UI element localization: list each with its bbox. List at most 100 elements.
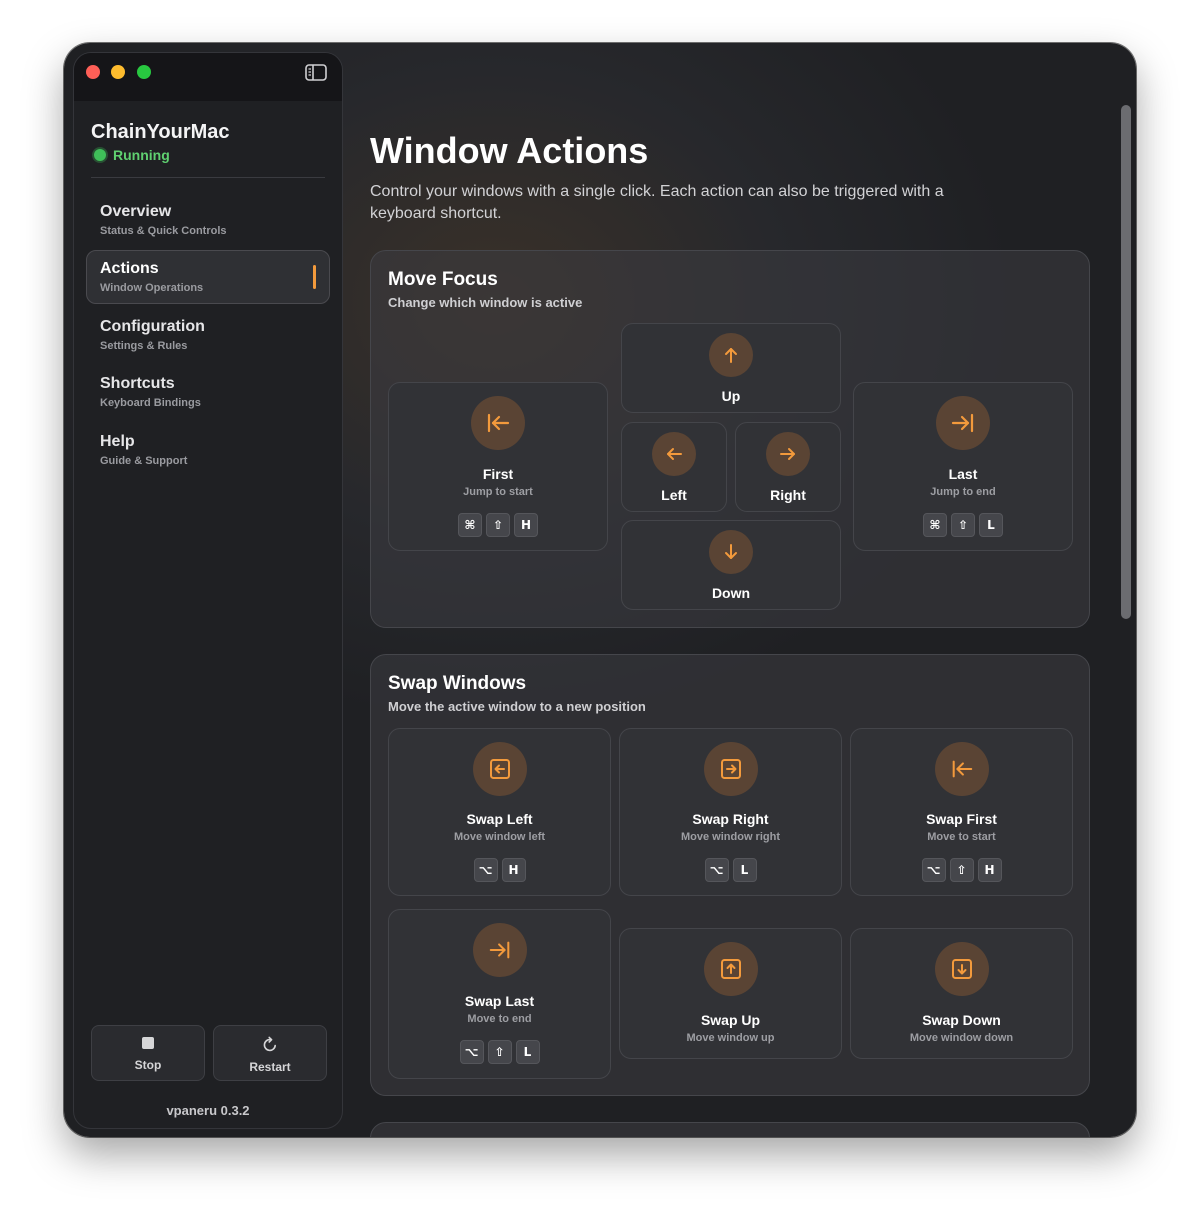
shift-key: ⇧ <box>951 513 975 537</box>
shortcut-keys: ⌘ ⇧ H <box>389 513 607 537</box>
nav-subtitle: Guide & Support <box>100 455 188 467</box>
card-title: Left <box>661 487 687 503</box>
stop-label: Stop <box>134 1058 162 1072</box>
focus-right-card[interactable]: Right <box>735 422 841 512</box>
swap-left-card[interactable]: Swap Left Move window left ⌥ H <box>388 728 611 896</box>
command-key: ⌘ <box>923 513 947 537</box>
card-title: Swap Down <box>922 1012 1001 1028</box>
sidebar-divider <box>91 177 325 178</box>
swap-first-card[interactable]: Swap First Move to start ⌥ ⇧ H <box>850 728 1073 896</box>
shortcut-keys: ⌥ H <box>389 858 610 882</box>
arrow-up-icon <box>709 333 753 377</box>
swap-windows-section: Swap Windows Move the active window to a… <box>370 654 1090 1096</box>
card-title: Swap First <box>926 811 997 827</box>
arrow-to-end-icon <box>472 923 527 977</box>
swap-right-icon <box>703 742 758 796</box>
card-subtitle: Move to end <box>467 1013 532 1025</box>
shortcut-keys: ⌥ ⇧ L <box>389 1040 610 1064</box>
nav-title: Actions <box>100 260 159 277</box>
card-title: Down <box>711 585 751 601</box>
shortcut-keys: ⌥ ⇧ H <box>851 858 1072 882</box>
nav-title: Configuration <box>100 318 205 335</box>
card-title: Right <box>770 487 806 503</box>
page-description: Control your windows with a single click… <box>370 183 944 222</box>
app-name: ChainYourMac <box>91 121 230 143</box>
focus-first-card[interactable]: First Jump to start ⌘ ⇧ H <box>388 382 608 551</box>
focus-up-card[interactable]: Up <box>621 323 841 413</box>
restart-label: Restart <box>249 1060 291 1074</box>
swap-down-card[interactable]: Swap Down Move window down <box>850 928 1073 1059</box>
letter-key: H <box>977 858 1002 882</box>
restart-button[interactable]: Restart <box>213 1025 327 1081</box>
swap-right-card[interactable]: Swap Right Move window right ⌥ L <box>619 728 842 896</box>
shift-key: ⇧ <box>949 858 974 882</box>
card-subtitle: Jump to start <box>463 486 533 498</box>
focus-left-card[interactable]: Left <box>621 422 727 512</box>
card-subtitle: Move window down <box>909 1032 1014 1044</box>
swap-up-icon <box>703 942 758 996</box>
card-title: Swap Left <box>466 811 533 827</box>
sidebar-item-help[interactable]: Help Guide & Support <box>86 423 330 477</box>
letter-key: L <box>515 1040 540 1064</box>
titlebar <box>74 53 342 101</box>
nav-subtitle: Settings & Rules <box>100 340 188 352</box>
sidebar: ChainYourMac Running Overview Status & Q… <box>73 52 343 1129</box>
letter-key: L <box>732 858 757 882</box>
section-title: Swap Windows <box>388 673 527 694</box>
focus-down-card[interactable]: Down <box>621 520 841 610</box>
shortcut-keys: ⌥ L <box>620 858 841 882</box>
restart-icon <box>261 1036 279 1059</box>
version-label: vpaneru 0.3.2 <box>166 1103 250 1118</box>
arrow-to-start-icon <box>471 396 525 450</box>
stop-button[interactable]: Stop <box>91 1025 205 1081</box>
arrow-to-end-icon <box>936 396 990 450</box>
shortcut-keys: ⌘ ⇧ L <box>854 513 1072 537</box>
nav-subtitle: Window Operations <box>100 282 204 294</box>
close-window-button[interactable] <box>86 65 100 79</box>
card-subtitle: Move window left <box>453 831 546 843</box>
page-title: Window Actions <box>370 130 649 171</box>
swap-down-icon <box>934 942 989 996</box>
card-title: Swap Last <box>464 993 535 1009</box>
nav-subtitle: Keyboard Bindings <box>100 397 201 409</box>
arrow-left-icon <box>652 432 696 476</box>
sidebar-item-configuration[interactable]: Configuration Settings & Rules <box>86 308 330 362</box>
letter-key: H <box>501 858 526 882</box>
move-focus-section: Move Focus Change which window is active… <box>370 250 1090 628</box>
active-indicator <box>313 265 316 289</box>
card-subtitle: Move to start <box>927 831 996 843</box>
status-indicator: Running <box>94 147 170 163</box>
sidebar-item-shortcuts[interactable]: Shortcuts Keyboard Bindings <box>86 365 330 419</box>
section-subtitle: Move the active window to a new position <box>388 699 646 714</box>
swap-last-card[interactable]: Swap Last Move to end ⌥ ⇧ L <box>388 909 611 1079</box>
card-subtitle: Move window right <box>681 831 780 843</box>
shift-key: ⇧ <box>486 513 510 537</box>
card-title: Swap Right <box>692 811 769 827</box>
stop-icon <box>141 1036 155 1055</box>
minimize-window-button[interactable] <box>111 65 125 79</box>
status-text: Running <box>113 147 170 163</box>
card-title: First <box>482 466 514 482</box>
letter-key: H <box>514 513 538 537</box>
option-key: ⌥ <box>921 858 946 882</box>
card-title: Swap Up <box>700 1012 761 1028</box>
scrollbar-thumb[interactable] <box>1121 105 1131 619</box>
nav-title: Help <box>100 433 135 450</box>
arrow-down-icon <box>709 530 753 574</box>
focus-last-card[interactable]: Last Jump to end ⌘ ⇧ L <box>853 382 1073 551</box>
option-key: ⌥ <box>459 1040 484 1064</box>
nav-subtitle: Status & Quick Controls <box>100 225 227 237</box>
swap-up-card[interactable]: Swap Up Move window up <box>619 928 842 1059</box>
sidebar-item-overview[interactable]: Overview Status & Quick Controls <box>86 193 330 247</box>
arrow-to-start-icon <box>934 742 989 796</box>
card-title: Up <box>721 388 741 404</box>
section-title: Move Focus <box>388 269 498 290</box>
swap-left-icon <box>472 742 527 796</box>
nav-title: Overview <box>100 203 172 220</box>
app-window: ChainYourMac Running Overview Status & Q… <box>64 43 1136 1137</box>
arrow-right-icon <box>766 432 810 476</box>
sidebar-toggle-icon[interactable] <box>305 64 327 81</box>
sidebar-item-actions[interactable]: Actions Window Operations <box>86 250 330 304</box>
zoom-window-button[interactable] <box>137 65 151 79</box>
shift-key: ⇧ <box>487 1040 512 1064</box>
